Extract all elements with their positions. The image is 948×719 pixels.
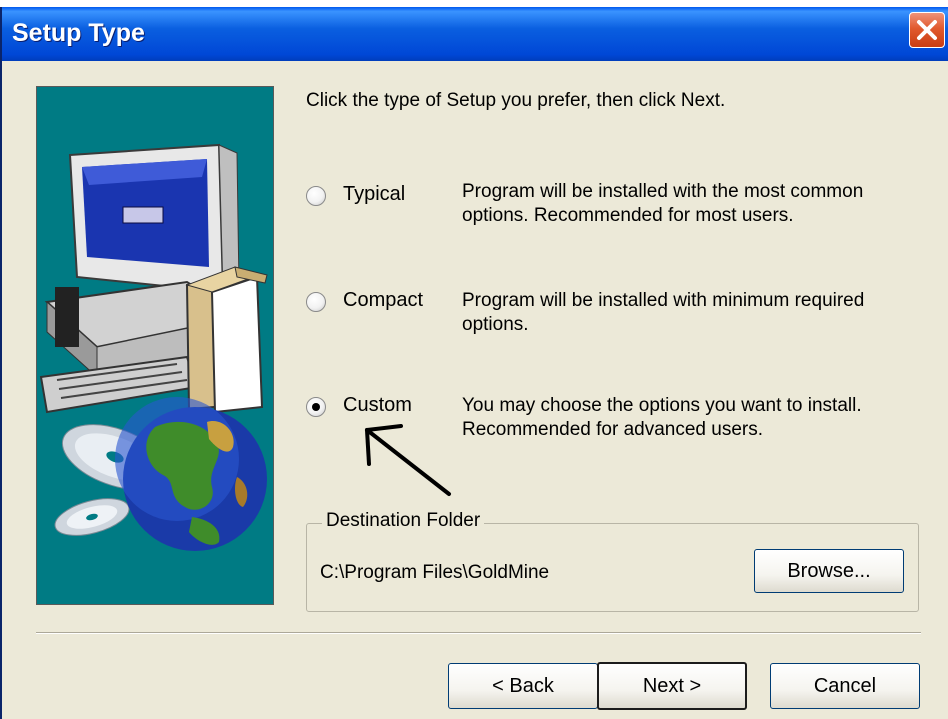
destination-path: C:\Program Files\GoldMine: [320, 562, 550, 583]
close-button[interactable]: [909, 12, 945, 48]
back-button-label: < Back: [492, 675, 554, 697]
compact-label[interactable]: Compact: [343, 289, 423, 312]
cancel-button-label: Cancel: [813, 675, 877, 697]
close-icon: [917, 20, 937, 40]
cancel-button[interactable]: Cancel: [770, 663, 920, 709]
typical-desc-line-1: Program will be installed with the most …: [462, 181, 864, 202]
title-bar[interactable]: Setup Type: [2, 7, 948, 61]
custom-label[interactable]: Custom: [343, 394, 412, 417]
compact-description: Program will be installed with minimum r…: [462, 289, 864, 337]
compact-desc-line-1: Program will be installed with minimum r…: [462, 290, 865, 311]
compact-desc-line-2: options.: [462, 314, 529, 335]
typical-radio[interactable]: [306, 186, 326, 206]
separator: [36, 632, 921, 634]
typical-description: Program will be installed with the most …: [462, 180, 863, 228]
globe-icon: [115, 397, 267, 551]
next-button[interactable]: Next >: [597, 662, 747, 710]
next-button-label: Next >: [642, 675, 702, 697]
arrow-annotation: [365, 424, 451, 496]
window-title: Setup Type: [12, 19, 145, 47]
setup-illustration: [36, 86, 274, 605]
compact-radio[interactable]: [306, 292, 326, 312]
intro-text: Click the type of Setup you prefer, then…: [306, 90, 726, 111]
custom-radio[interactable]: [306, 397, 326, 417]
back-button[interactable]: < Back: [448, 663, 598, 709]
destination-folder-label: Destination Folder: [322, 510, 485, 532]
typical-desc-line-2: options. Recommended for most users.: [462, 205, 794, 226]
custom-desc-line-1: You may choose the options you want to i…: [462, 395, 862, 416]
typical-label[interactable]: Typical: [343, 183, 405, 206]
computer-icon: [39, 143, 268, 414]
custom-desc-line-2: Recommended for advanced users.: [462, 419, 763, 440]
custom-description: You may choose the options you want to i…: [462, 394, 862, 442]
browse-button[interactable]: Browse...: [754, 549, 904, 593]
destination-folder-group: Destination Folder C:\Program Files\Gold…: [306, 510, 919, 612]
browse-button-label: Browse...: [787, 560, 871, 582]
